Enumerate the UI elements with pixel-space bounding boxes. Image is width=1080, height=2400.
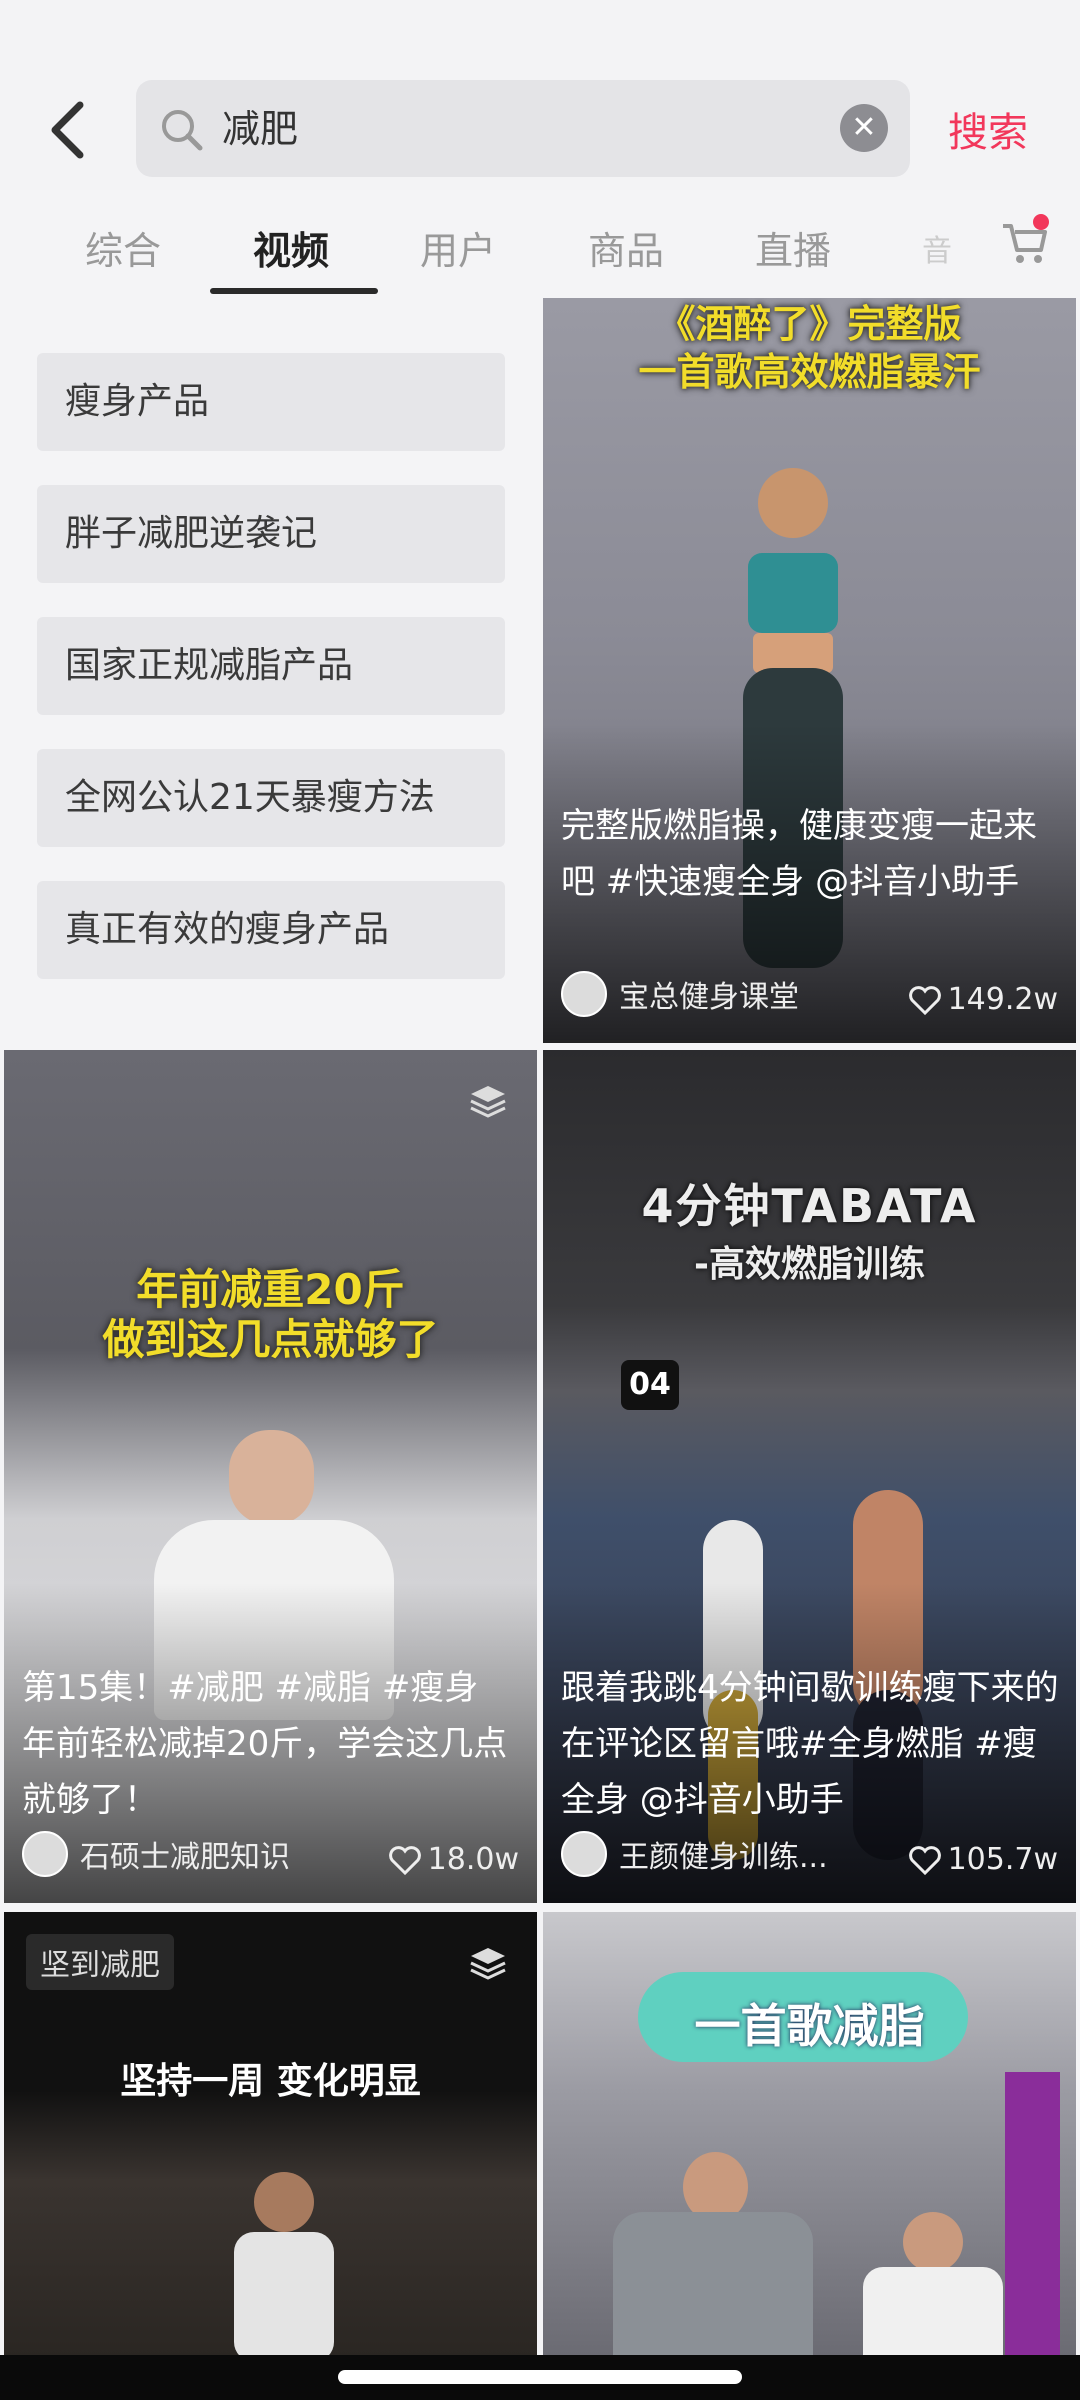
heart-icon xyxy=(908,985,941,1015)
tab-all[interactable]: 综合 xyxy=(85,220,161,275)
author-name: 石硕士减肥知识 xyxy=(80,1840,290,1875)
multi-image-icon xyxy=(470,1948,506,1980)
side-poster xyxy=(1005,2072,1060,2360)
person-waist xyxy=(753,633,833,673)
video-title: 完整版燃脂操，健康变瘦一起来吧 #快速瘦全身 @抖音小助手 xyxy=(561,806,1037,902)
cover-caption: 一首歌减脂 xyxy=(694,1999,925,2053)
cover-caption: 一首歌高效燃脂暴汗 xyxy=(638,350,981,394)
tab-video[interactable]: 视频 xyxy=(253,220,329,275)
episode-badge: 04 xyxy=(621,1360,679,1410)
author-name: 王颜健身训练... xyxy=(619,1840,828,1875)
like-count[interactable]: 105.7w xyxy=(908,1842,1058,1877)
cover-caption: 做到这几点就够了 xyxy=(102,1315,439,1364)
cover-caption: 4分钟TABATA xyxy=(641,1179,978,1233)
result-tabs: 综合 视频 用户 商品 直播 音 xyxy=(0,200,1080,295)
suggestion-item[interactable]: 全网公认21天暴瘦方法 xyxy=(37,749,505,847)
person-top xyxy=(748,553,838,633)
avatar xyxy=(561,1831,607,1877)
notification-dot xyxy=(1033,214,1049,230)
author[interactable]: 宝总健身课堂 xyxy=(561,971,799,1017)
video-card[interactable]: 《酒醉了》完整版 一首歌高效燃脂暴汗 完整版燃脂操，健康变瘦一起来吧 #快速瘦全… xyxy=(543,298,1076,1043)
video-card[interactable]: 年前减重20斤 做到这几点就够了 第15集！#减肥 #减脂 #瘦身 年前轻松减掉… xyxy=(4,1050,537,1903)
tab-products[interactable]: 商品 xyxy=(588,220,664,275)
tab-music[interactable]: 音 xyxy=(922,226,952,270)
cover-caption: 年前减重20斤 xyxy=(136,1265,405,1314)
avatar xyxy=(561,971,607,1017)
person-body xyxy=(863,2267,1003,2360)
video-title: 跟着我跳4分钟间歇训练瘦下来的在评论区留言哦#全身燃脂 #瘦全身 @抖音小助手 xyxy=(561,1668,1059,1820)
search-box[interactable]: 减肥 ✕ xyxy=(136,80,910,177)
video-title: 第15集！#减肥 #减脂 #瘦身 年前轻松减掉20斤，学会这几点就够了！ xyxy=(22,1668,508,1820)
person-head xyxy=(758,468,828,538)
author-name: 宝总健身课堂 xyxy=(619,980,799,1015)
tab-users[interactable]: 用户 xyxy=(420,220,496,275)
person-body xyxy=(234,2232,334,2360)
suggestion-item[interactable]: 真正有效的瘦身产品 xyxy=(37,881,505,979)
search-button[interactable]: 搜索 xyxy=(948,100,1028,158)
cover-caption: 坚持一周 变化明显 xyxy=(120,2061,421,2102)
clear-icon[interactable]: ✕ xyxy=(840,104,888,152)
author[interactable]: 王颜健身训练... xyxy=(561,1831,828,1877)
cover-caption: 《酒醉了》完整版 xyxy=(657,302,962,346)
cart-icon[interactable] xyxy=(995,212,1055,272)
back-arrow-icon[interactable] xyxy=(40,95,100,165)
multi-image-icon xyxy=(470,1086,506,1118)
top-bar: 减肥 ✕ 搜索 xyxy=(0,0,1080,190)
suggestion-item[interactable]: 胖子减肥逆袭记 xyxy=(37,485,505,583)
tab-live[interactable]: 直播 xyxy=(755,220,831,275)
suggestion-item[interactable]: 国家正规减脂产品 xyxy=(37,617,505,715)
person-body xyxy=(613,2212,813,2360)
person-head xyxy=(254,2172,314,2232)
like-count[interactable]: 149.2w xyxy=(908,982,1058,1017)
suggestion-item[interactable]: 瘦身产品 xyxy=(37,353,505,451)
heart-icon xyxy=(388,1845,421,1875)
heart-icon xyxy=(908,1845,941,1875)
video-card[interactable]: 4分钟TABATA -高效燃脂训练 04 跟着我跳4分钟间歇训练瘦下来的在评论区… xyxy=(543,1050,1076,1903)
person-head xyxy=(229,1430,314,1525)
active-tab-indicator xyxy=(210,288,378,294)
avatar xyxy=(22,1831,68,1877)
video-card[interactable]: 坚到减肥 坚持一周 变化明显 xyxy=(4,1912,537,2360)
person-head xyxy=(903,2212,963,2272)
video-card[interactable]: 一首歌减脂 xyxy=(543,1912,1076,2360)
home-indicator[interactable] xyxy=(338,2370,742,2384)
like-count[interactable]: 18.0w xyxy=(388,1842,519,1877)
author[interactable]: 石硕士减肥知识 xyxy=(22,1831,290,1877)
search-icon xyxy=(162,110,203,151)
video-tag: 坚到减肥 xyxy=(26,1934,174,1990)
cover-caption: -高效燃脂训练 xyxy=(694,1244,925,1285)
search-input[interactable]: 减肥 xyxy=(222,102,298,156)
